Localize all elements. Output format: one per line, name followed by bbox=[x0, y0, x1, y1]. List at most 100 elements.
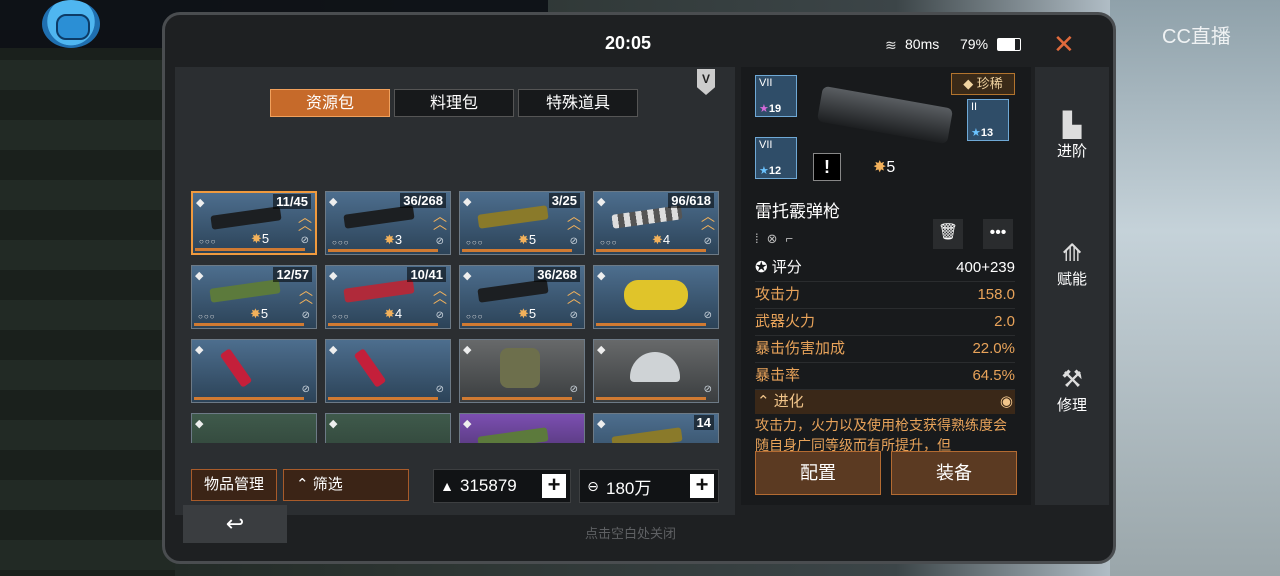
inventory-window: 20:05 ≋ 80ms 79% ✕ 资源包 料理包 特殊道具 V ◆ 11/45… bbox=[162, 12, 1116, 564]
inventory-item[interactable]: ◆ 96/618 ○○○ ✸4 ︿ ︿ ⊘ bbox=[593, 191, 719, 255]
filter-button[interactable]: ⌃ 筛选 bbox=[283, 469, 410, 501]
slot-tier: VII bbox=[759, 139, 773, 151]
inventory-item[interactable]: ◆ 11/45 ○○○ ✸5 ︿ ︿ ⊘ bbox=[191, 191, 317, 255]
slot-tier: II bbox=[971, 101, 978, 113]
advance-button[interactable]: ▙ 进阶 bbox=[1035, 111, 1109, 161]
diamond-icon: ◆ bbox=[195, 270, 204, 282]
weapon-image bbox=[477, 427, 549, 443]
repair-button[interactable]: ⚒ 修理 bbox=[1035, 365, 1109, 415]
empower-button[interactable]: ⟰ 赋能 bbox=[1035, 239, 1109, 289]
diamond-icon: ◆ bbox=[597, 270, 606, 282]
type-icon: ⊘ bbox=[435, 236, 444, 247]
inventory-item[interactable]: ◆⊘ bbox=[593, 265, 719, 329]
inventory-item[interactable]: ◆⊘ bbox=[593, 339, 719, 403]
alert-button[interactable]: ! bbox=[813, 153, 841, 181]
avatar[interactable] bbox=[42, 0, 100, 48]
configure-button[interactable]: 配置 bbox=[755, 451, 881, 495]
advance-icon: ▙ bbox=[1062, 112, 1082, 139]
upgrade-slot-1[interactable]: VII ★19 bbox=[755, 75, 797, 117]
chainsaw-image bbox=[624, 280, 688, 310]
item-count: 3/25 bbox=[548, 193, 580, 208]
type-icon: ⊘ bbox=[435, 310, 444, 321]
diamond-icon: ◆ bbox=[196, 197, 205, 209]
background-right bbox=[1110, 0, 1280, 576]
ping: 80ms bbox=[905, 36, 940, 52]
upgrade-slot-3[interactable]: II ★13 bbox=[967, 99, 1009, 141]
shotgun-image bbox=[816, 85, 954, 145]
inventory-item[interactable]: ◆⊘ bbox=[459, 413, 585, 443]
tab-bar: 资源包 料理包 特殊道具 bbox=[270, 89, 638, 117]
trash-button[interactable]: 🗑 bbox=[933, 219, 963, 249]
durability-bar bbox=[328, 249, 438, 252]
rarity-badge: ◆ 珍稀 bbox=[951, 73, 1015, 95]
durability-bar bbox=[328, 397, 438, 400]
manage-items-button[interactable]: 物品管理 bbox=[191, 469, 278, 501]
rank-chevron-icon: ︿ ︿ bbox=[567, 282, 581, 306]
axe-image bbox=[219, 348, 253, 388]
equip-button[interactable]: 装备 bbox=[891, 451, 1017, 495]
item-stars: ✸5 bbox=[250, 306, 269, 321]
durability-bar bbox=[596, 249, 706, 252]
item-count: 12/57 bbox=[273, 267, 312, 282]
type-icon: ⊘ bbox=[569, 384, 578, 395]
tab-special-items[interactable]: 特殊道具 bbox=[518, 89, 638, 117]
weapon-description: 攻击力，火力以及使用枪支获得熟练度会随自身广同等级而有所提升，但 bbox=[755, 417, 1007, 453]
stats-table: ✪ 评分 400+239 攻击力 158.0 武器火力 2.0 暴击伤害加成 22.0… bbox=[755, 255, 1015, 414]
inventory-item[interactable]: ◆ 10/41 ○○○ ✸4 ︿ ︿ ⊘ bbox=[325, 265, 451, 329]
item-stars: ✸5 bbox=[251, 231, 270, 246]
weapon-trait-icons: ⁞ ⊗ ⌐ bbox=[755, 231, 793, 247]
tab-resource-pack[interactable]: 资源包 bbox=[270, 89, 390, 117]
side-menu: ▙ 进阶 ⟰ 赋能 ⚒ 修理 bbox=[1035, 67, 1109, 505]
stat-row: 攻击力 158.0 bbox=[755, 282, 1015, 309]
slot-tier: VII bbox=[759, 77, 773, 89]
weapon-detail-panel: VII ★19 VII ★12 II ★13 ◆ 珍稀 ! ✸5 雷托霰弹枪 ⁞… bbox=[741, 67, 1031, 505]
diamond-icon: ◆ bbox=[597, 344, 606, 356]
bottom-actions: 物品管理 ⌃ 筛选 bbox=[191, 469, 410, 501]
inventory-item[interactable]: ◆ 3/25 ○○○ ✸5 ︿ ︿ ⊘ bbox=[459, 191, 585, 255]
durability-bar bbox=[195, 248, 305, 251]
item-stars: ✸3 bbox=[384, 232, 403, 247]
watermark-label: CC直播 bbox=[1162, 26, 1231, 48]
inventory-item[interactable]: ◆ 36/268 ○○○ ✸5 ︿ ︿ ⊘ bbox=[459, 265, 585, 329]
inventory-item[interactable]: ◆14⊘ bbox=[593, 413, 719, 443]
eye-icon[interactable]: ◉ bbox=[1000, 390, 1013, 414]
inventory-item[interactable]: ◆⊘ bbox=[459, 339, 585, 403]
inventory-item[interactable]: ◆⊘ bbox=[325, 413, 451, 443]
upgrade-slot-2[interactable]: VII ★12 bbox=[755, 137, 797, 179]
battery-icon bbox=[997, 38, 1021, 51]
inventory-item[interactable]: ◆⊘ bbox=[325, 339, 451, 403]
type-icon: ⊘ bbox=[301, 310, 310, 321]
slot-level: ★19 bbox=[759, 103, 782, 115]
rank-chevron-icon: ︿ ︿ bbox=[298, 209, 312, 233]
close-button[interactable]: ✕ bbox=[1053, 29, 1075, 60]
gold-amount: 180万 bbox=[606, 478, 652, 498]
inventory-item[interactable]: ◆⊘ bbox=[191, 413, 317, 443]
diamond-icon: ◆ bbox=[195, 418, 204, 430]
more-button[interactable]: ••• bbox=[983, 219, 1013, 249]
durability-bar bbox=[462, 249, 572, 252]
helmet-image bbox=[630, 352, 680, 382]
gold-icon: ⊖ bbox=[587, 477, 599, 494]
tab-food-pack[interactable]: 料理包 bbox=[394, 89, 514, 117]
weapon-image bbox=[611, 427, 683, 443]
back-button[interactable]: ↩ bbox=[183, 505, 287, 543]
slot-dots: ○○○ bbox=[332, 312, 350, 321]
weapon-image bbox=[343, 279, 415, 303]
rank-chevron-icon: ︿ ︿ bbox=[567, 208, 581, 232]
score-value: 400+239 bbox=[956, 259, 1015, 276]
slot-dots: ○○○ bbox=[600, 238, 618, 247]
inventory-item[interactable]: ◆⊘ bbox=[191, 339, 317, 403]
evolution-row[interactable]: ⌃ 进化 ◉ bbox=[755, 390, 1015, 414]
inventory-item[interactable]: ◆ 36/268 ○○○ ✸3 ︿ ︿ ⊘ bbox=[325, 191, 451, 255]
background-left bbox=[0, 0, 175, 576]
inventory-item[interactable]: ◆ 12/57 ○○○ ✸5 ︿ ︿ ⊘ bbox=[191, 265, 317, 329]
score-row: ✪ 评分 400+239 bbox=[755, 255, 1015, 282]
weapon-image bbox=[477, 205, 549, 229]
add-parts-button[interactable]: + bbox=[542, 474, 566, 498]
inventory-panel: 资源包 料理包 特殊道具 V ◆ 11/45 ○○○ ✸5 ︿ ︿ ⊘ ◆ 36/268 ○○○ ✸… bbox=[175, 67, 735, 515]
durability-bar bbox=[328, 323, 438, 326]
ammo-icon: ⁞ bbox=[755, 231, 759, 246]
star-icon: ✸ bbox=[518, 232, 529, 247]
item-count: 11/45 bbox=[273, 194, 311, 209]
add-gold-button[interactable]: + bbox=[690, 474, 714, 498]
